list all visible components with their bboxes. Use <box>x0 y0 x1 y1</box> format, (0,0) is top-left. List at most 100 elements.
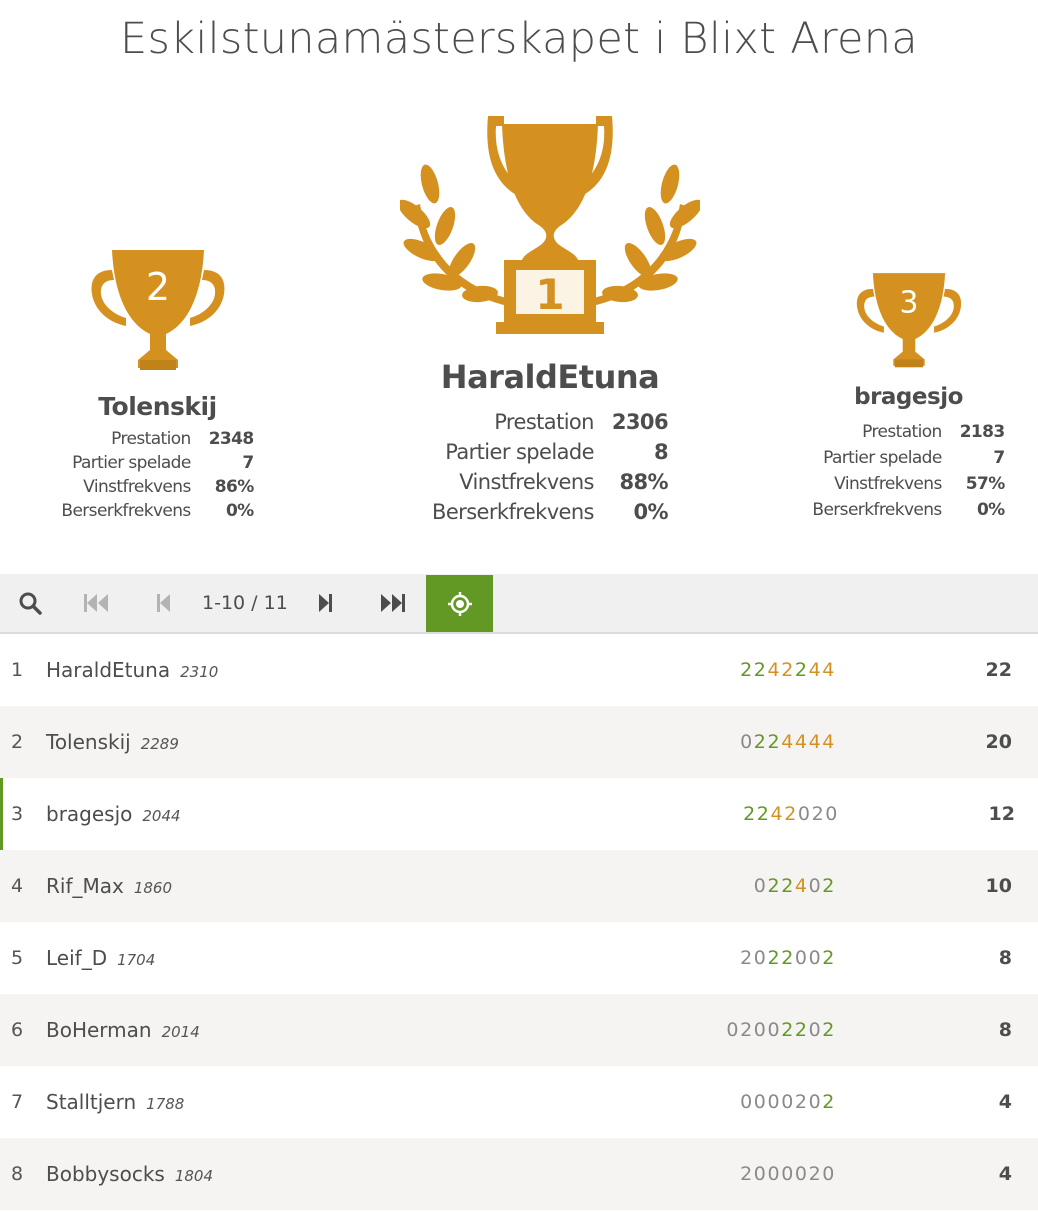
game-score: 2 <box>781 659 795 681</box>
player-name[interactable]: Stalltjern <box>46 1090 136 1114</box>
game-score: 2 <box>822 947 836 969</box>
page-info: 1-10 / 11 <box>202 592 288 614</box>
player-name[interactable]: bragesjo <box>46 802 132 826</box>
player-cell[interactable]: Stalltjern 1788 <box>46 1066 184 1138</box>
game-score: 2 <box>794 1019 809 1041</box>
game-score: 2 <box>822 875 836 897</box>
jump-to-me-button[interactable] <box>426 575 493 632</box>
podium-third: 3 bragesjo Prestation 2183 Partier spelad… <box>806 270 1011 520</box>
game-score: 0 <box>753 947 768 969</box>
player-cell[interactable]: Leif_D 1704 <box>46 922 155 994</box>
last-page-button[interactable] <box>368 574 416 632</box>
podium-second-name[interactable]: Tolenskij <box>55 392 260 421</box>
player-rating: 2289 <box>140 735 179 753</box>
table-row[interactable]: 6 BoHerman 2014 02002202 8 <box>0 994 1038 1066</box>
player-rank: 6 <box>11 1019 24 1041</box>
score-sheet: 022402 <box>754 850 836 922</box>
player-rating: 1860 <box>133 879 173 897</box>
score-sheet: 2242020 <box>743 778 839 850</box>
game-score: 2 <box>740 1163 754 1185</box>
game-score: 4 <box>781 731 795 753</box>
game-score: 0 <box>781 1091 795 1113</box>
player-cell[interactable]: Rif_Max 1860 <box>46 850 172 922</box>
player-rating: 2014 <box>161 1023 200 1041</box>
table-row[interactable]: 3 bragesjo 2044 2242020 12 <box>0 778 1038 850</box>
first-page-button[interactable] <box>74 574 120 632</box>
player-rank: 4 <box>11 875 24 897</box>
player-name[interactable]: Bobbysocks <box>46 1162 165 1186</box>
total-score: 10 <box>985 875 1012 897</box>
table-row[interactable]: 5 Leif_D 1704 2022002 8 <box>0 922 1038 994</box>
next-page-button[interactable] <box>303 574 347 632</box>
game-score: 0 <box>781 1163 795 1185</box>
score-sheet: 2022002 <box>740 922 836 994</box>
player-name[interactable]: Leif_D <box>46 946 107 970</box>
game-score: 2 <box>784 803 798 825</box>
player-cell[interactable]: HaraldEtuna 2310 <box>46 634 218 706</box>
game-score: 0 <box>740 1091 754 1113</box>
table-row[interactable]: 2 Tolenskij 2289 0224444 20 <box>0 706 1038 778</box>
game-score: 2 <box>743 803 757 825</box>
podium-second-stats: Prestation 2348 Partier spelade 7 Vinstfre… <box>61 429 254 521</box>
podium-second: 2 Tolenskij Prestation 2348 Partier spela… <box>55 246 260 521</box>
table-row[interactable]: 4 Rif_Max 1860 022402 10 <box>0 850 1038 922</box>
player-rank: 5 <box>11 947 24 969</box>
score-sheet: 2000020 <box>740 1138 836 1210</box>
prev-page-button[interactable] <box>142 574 186 632</box>
podium-first-name[interactable]: HaraldEtuna <box>400 358 700 396</box>
total-score: 22 <box>985 659 1012 681</box>
player-cell[interactable]: bragesjo 2044 <box>46 778 181 850</box>
game-score: 0 <box>797 803 812 825</box>
podium-third-name[interactable]: bragesjo <box>806 384 1011 410</box>
total-score: 8 <box>998 947 1012 969</box>
table-row[interactable]: 8 Bobbysocks 1804 2000020 4 <box>0 1138 1038 1210</box>
pager-bar: 1-10 / 11 <box>0 574 1038 634</box>
trophy-place-label: 1 <box>535 270 564 319</box>
player-cell[interactable]: Bobbysocks 1804 <box>46 1138 213 1210</box>
game-score: 2 <box>822 1019 836 1041</box>
game-score: 2 <box>781 875 795 897</box>
score-sheet: 0000202 <box>740 1066 836 1138</box>
score-sheet: 02002202 <box>726 994 836 1066</box>
game-score: 4 <box>808 731 823 753</box>
table-row[interactable]: 1 HaraldEtuna 2310 2242244 22 <box>0 634 1038 706</box>
podium-first-stats: Prestation 2306 Partier spelade 8 Vinstfre… <box>432 410 669 524</box>
game-score: 4 <box>822 659 836 681</box>
game-score: 2 <box>740 1019 754 1041</box>
game-score: 0 <box>767 1163 782 1185</box>
total-score: 4 <box>998 1091 1012 1113</box>
player-rating: 1788 <box>146 1095 185 1113</box>
game-score: 4 <box>808 659 823 681</box>
game-score: 2 <box>753 659 768 681</box>
player-name[interactable]: Tolenskij <box>46 730 131 754</box>
search-button[interactable] <box>8 574 52 632</box>
game-score: 2 <box>767 947 782 969</box>
tournament-title: Eskilstunamästerskapet i Blixt Arena <box>120 14 918 64</box>
total-score: 4 <box>998 1163 1012 1185</box>
game-score: 2 <box>740 947 754 969</box>
search-icon <box>19 592 42 615</box>
player-cell[interactable]: BoHerman 2014 <box>46 994 200 1066</box>
player-name[interactable]: HaraldEtuna <box>46 658 170 682</box>
player-cell[interactable]: Tolenskij 2289 <box>46 706 179 778</box>
game-score: 0 <box>808 947 823 969</box>
game-score: 2 <box>822 1091 836 1113</box>
game-score: 2 <box>753 731 768 753</box>
trophy-icon: 2 <box>55 246 260 376</box>
game-score: 2 <box>740 659 754 681</box>
player-rank: 8 <box>11 1163 24 1185</box>
player-name[interactable]: BoHerman <box>46 1018 152 1042</box>
table-row[interactable]: 7 Stalltjern 1788 0000202 4 <box>0 1066 1038 1138</box>
game-score: 4 <box>794 875 809 897</box>
game-score: 2 <box>811 803 826 825</box>
game-score: 0 <box>753 875 768 897</box>
game-score: 0 <box>753 1163 768 1185</box>
game-score: 0 <box>808 875 823 897</box>
game-score: 4 <box>822 731 836 753</box>
prev-page-icon <box>157 594 170 612</box>
game-score: 0 <box>753 1091 768 1113</box>
game-score: 2 <box>781 1019 795 1041</box>
player-name[interactable]: Rif_Max <box>46 874 124 898</box>
player-rank: 7 <box>11 1091 24 1113</box>
game-score: 2 <box>767 731 782 753</box>
